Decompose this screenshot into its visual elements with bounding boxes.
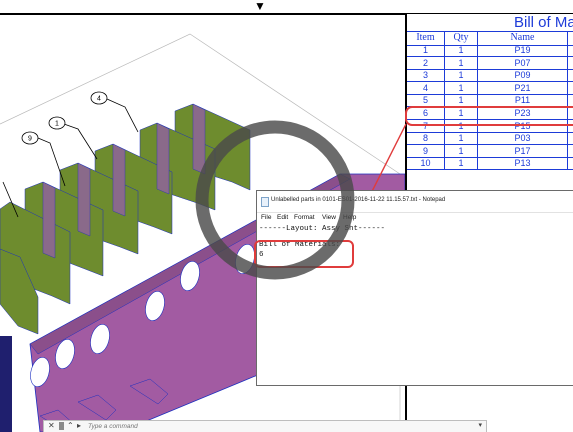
command-line: ✕ ⌃ ▸ ▾ [43, 420, 487, 432]
spotlight-ring [195, 120, 355, 280]
chevron-up-icon[interactable]: ⌃ [67, 421, 74, 430]
cad-viewport: 4 1 9 ▼ Bill of Mat Item Qty Name 11P192… [0, 0, 573, 432]
prompt-icon: ▸ [77, 421, 82, 430]
search-icon[interactable] [59, 422, 64, 430]
chevron-down-icon[interactable]: ▾ [478, 421, 482, 429]
close-icon[interactable]: ✕ [48, 421, 55, 430]
command-input[interactable] [88, 422, 468, 431]
